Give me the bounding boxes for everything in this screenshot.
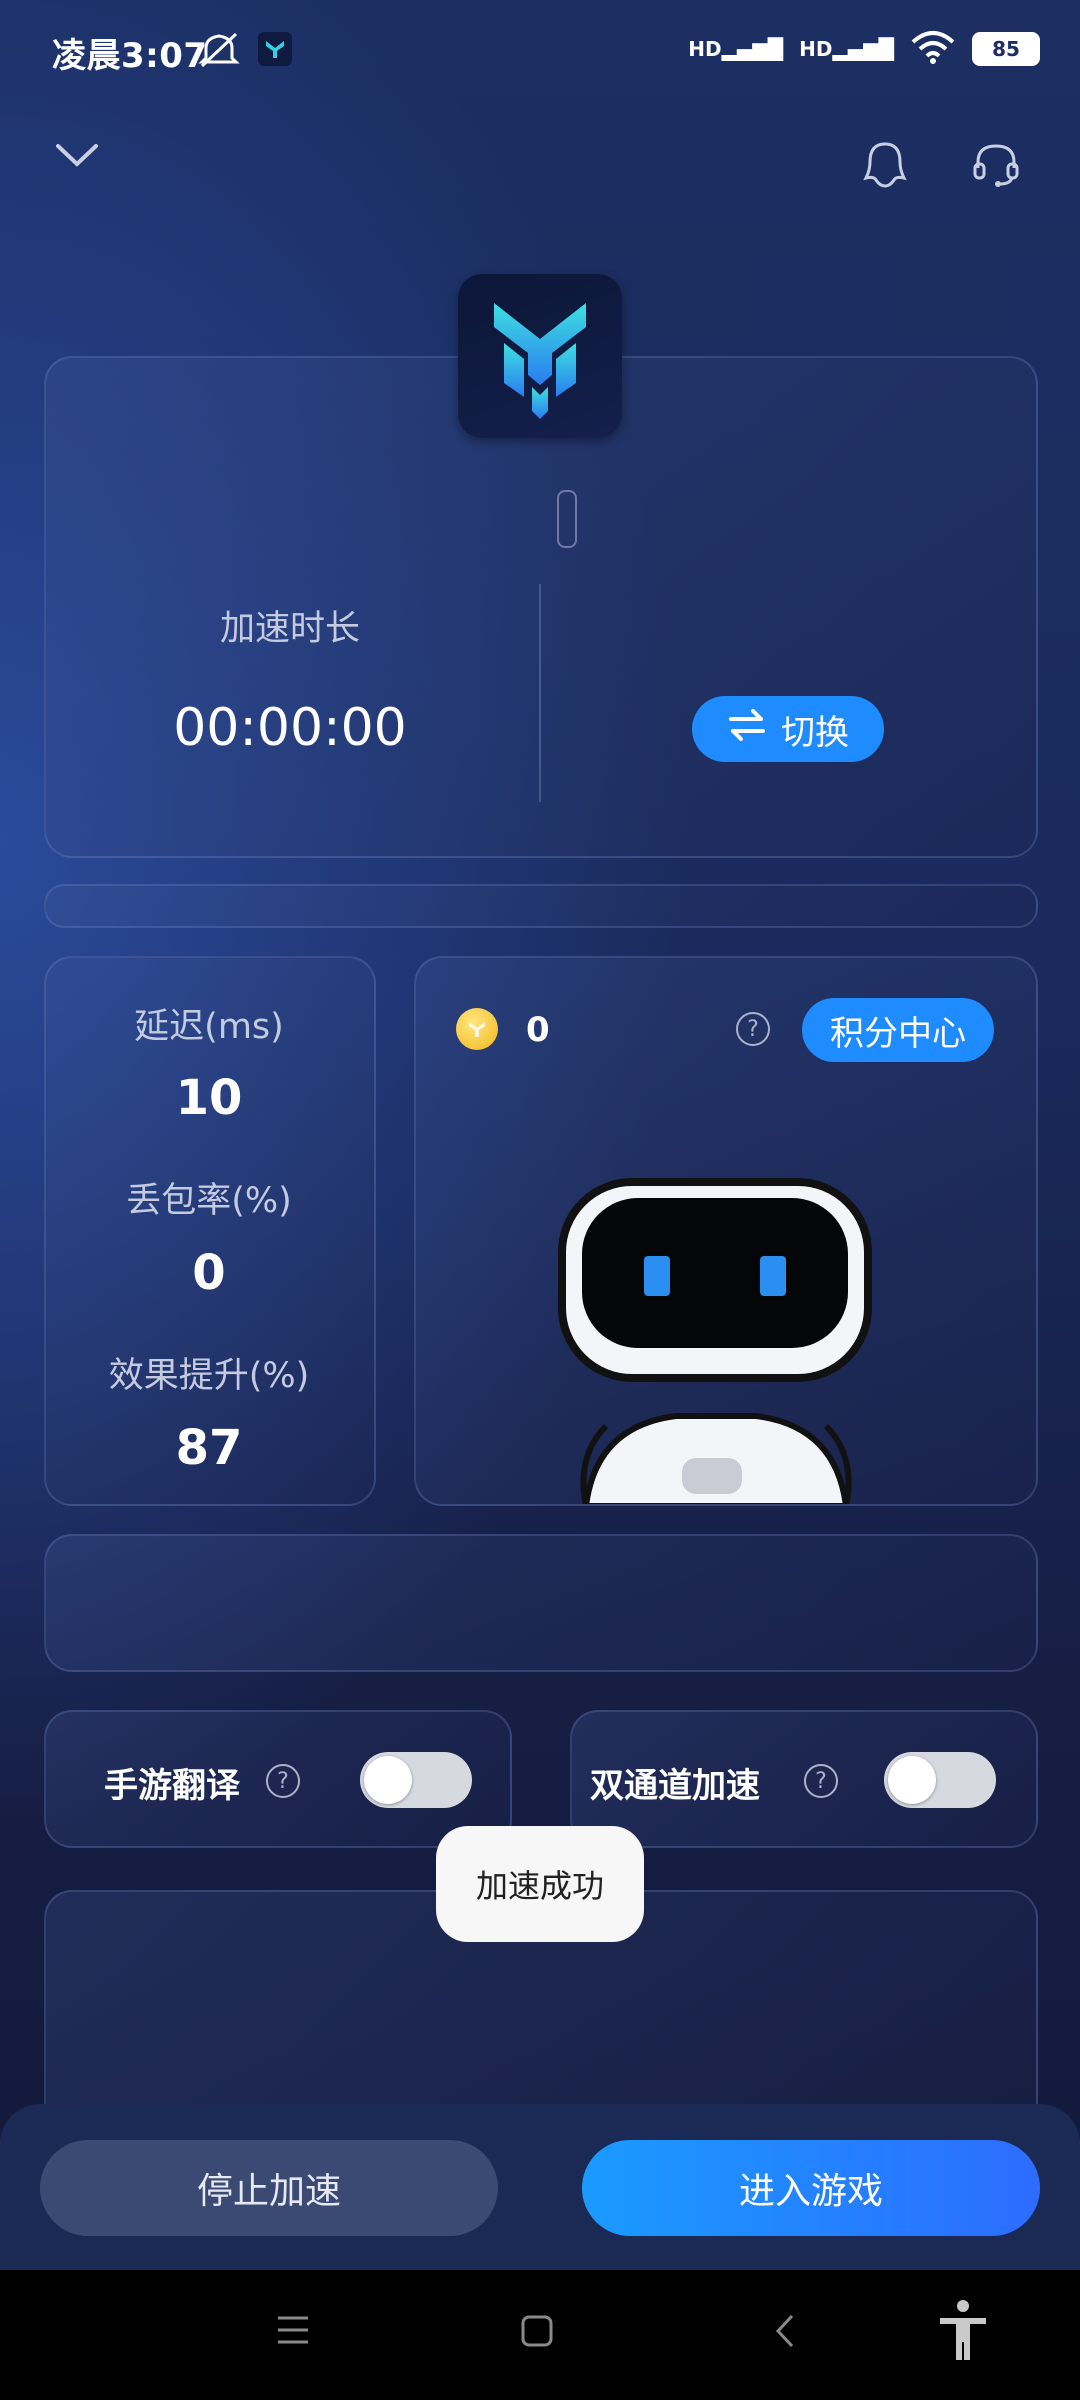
- enter-game-button[interactable]: 进入游戏: [582, 2140, 1040, 2236]
- slot-indicator: [557, 490, 577, 548]
- mute-icon: [196, 30, 242, 74]
- card-divider: [539, 584, 541, 802]
- duration-label: 加速时长: [219, 609, 360, 649]
- translate-help-icon[interactable]: ?: [266, 1764, 300, 1798]
- translate-label: 手游翻译: [104, 1766, 240, 1806]
- points-center-button[interactable]: 积分中心: [802, 998, 994, 1062]
- chevron-down-icon[interactable]: [54, 140, 100, 174]
- robot-mascot: [558, 1178, 872, 1504]
- wifi-icon: [910, 30, 956, 68]
- menu-icon[interactable]: [276, 2314, 310, 2350]
- switch-button[interactable]: 切换: [692, 696, 884, 762]
- signal-icon-2: HD▂▄▆█: [799, 37, 894, 61]
- dual-channel-label: 双通道加速: [590, 1766, 760, 1806]
- signal-icon: HD▂▄▆█: [688, 37, 784, 61]
- stop-accel-button[interactable]: 停止加速: [40, 2140, 498, 2236]
- switch-icon: [727, 708, 767, 751]
- toast-message: 加速成功: [436, 1826, 644, 1942]
- battery-indicator: 85: [972, 32, 1040, 66]
- accessibility-icon[interactable]: [936, 2298, 990, 2366]
- dual-channel-help-icon[interactable]: ?: [804, 1764, 838, 1798]
- boost-value: 87: [175, 1420, 243, 1476]
- dual-channel-toggle[interactable]: [884, 1752, 996, 1808]
- packet-loss-value: 0: [192, 1245, 226, 1301]
- status-time: 凌晨3:07: [52, 36, 208, 76]
- headset-icon[interactable]: [970, 138, 1022, 194]
- game-logo: [458, 274, 622, 438]
- banner-card: [44, 1534, 1038, 1672]
- boost-label: 效果提升(%): [108, 1356, 310, 1396]
- app-badge-icon: [258, 32, 292, 66]
- qq-icon[interactable]: [862, 140, 908, 194]
- packet-loss-label: 丢包率(%): [126, 1181, 292, 1221]
- latency-label: 延迟(ms): [134, 1007, 284, 1047]
- switch-label: 切换: [781, 712, 849, 753]
- translate-toggle[interactable]: [360, 1752, 472, 1808]
- points-count: 0: [526, 1010, 550, 1050]
- progress-bar-empty: [44, 884, 1038, 928]
- duration-value: 00:00:00: [173, 698, 407, 758]
- latency-value: 10: [175, 1070, 243, 1126]
- points-help-icon[interactable]: ?: [736, 1012, 770, 1046]
- home-icon[interactable]: [520, 2314, 554, 2352]
- back-icon[interactable]: [772, 2312, 796, 2354]
- coin-icon: [456, 1008, 498, 1050]
